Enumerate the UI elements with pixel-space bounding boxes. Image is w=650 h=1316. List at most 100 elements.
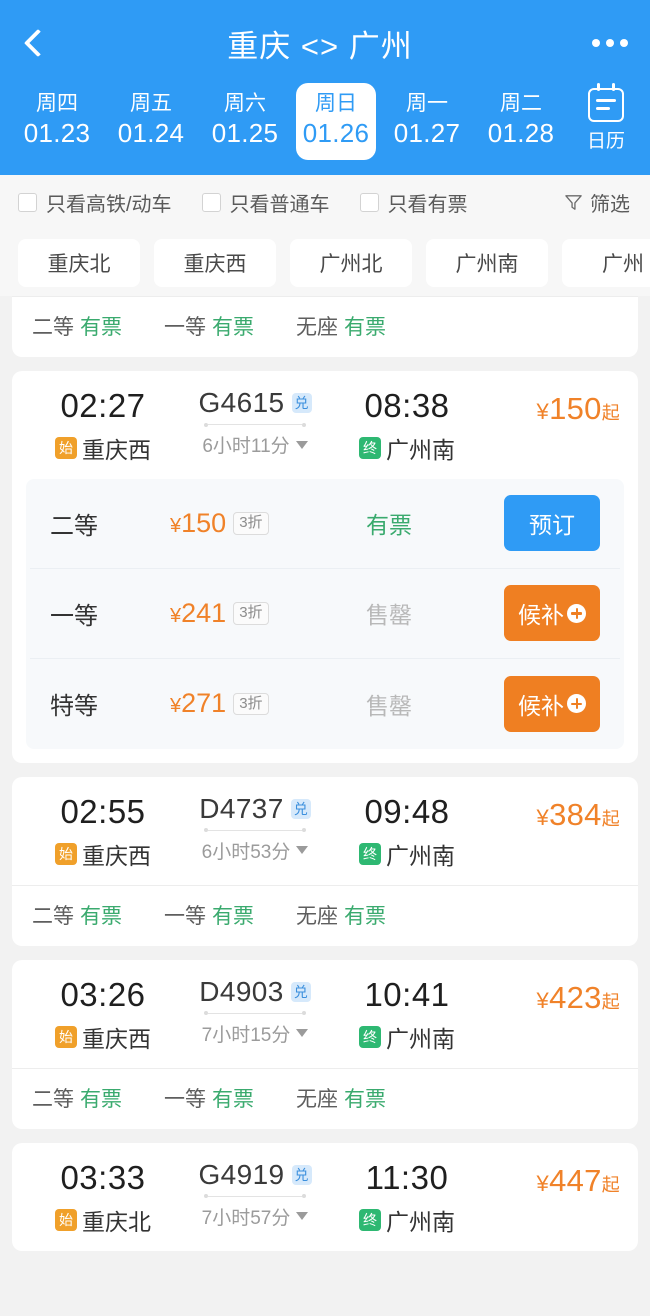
calendar-icon — [588, 83, 624, 122]
terminus-station-badge: 终 — [359, 842, 381, 865]
discount-tag: 3折 — [233, 602, 269, 625]
seat-summary-item: 一等 有票 — [164, 900, 254, 930]
train-code: D4903 — [199, 975, 284, 1007]
book-button[interactable]: 预订 — [504, 495, 600, 552]
route-line — [204, 828, 306, 833]
seat-price-value: 241 — [181, 597, 227, 628]
seat-class-row-1[interactable]: 一等 ¥241 3折 售罄 候补 — [30, 569, 620, 659]
train-code: G4615 — [198, 387, 285, 418]
checkbox-icon[interactable] — [201, 193, 221, 212]
date-item-2[interactable]: 周六 01.25 — [198, 83, 292, 160]
chevron-down-icon — [295, 440, 308, 449]
train-card-2[interactable]: 03:26 始 重庆西 D4903 兑 7小时15分 10:41 终 广州南 ¥… — [12, 959, 638, 1129]
price-suffix: 起 — [601, 1174, 620, 1195]
exchange-badge-icon: 兑 — [290, 798, 311, 819]
arrival-station: 广州南 — [386, 1208, 455, 1235]
train-summary-row[interactable]: 03:26 始 重庆西 D4903 兑 7小时15分 10:41 终 广州南 ¥… — [12, 960, 638, 1068]
date-item-5[interactable]: 周二 01.28 — [474, 83, 568, 160]
date-number: 01.23 — [23, 118, 91, 149]
date-number: 01.24 — [117, 118, 185, 149]
arrival-column: 11:30 终 广州南 — [334, 1159, 480, 1237]
seat-summary-item: 二等 有票 — [32, 900, 122, 930]
checkbox-option-available[interactable]: 只看有票 — [359, 188, 468, 217]
seat-status: 有票 — [212, 904, 254, 928]
seat-class-row-0[interactable]: 二等 ¥150 3折 有票 预订 — [30, 479, 620, 569]
departure-column: 02:27 始 重庆西 — [30, 387, 176, 465]
train-card-3[interactable]: 03:33 始 重庆北 G4919 兑 7小时57分 11:30 终 广州南 ¥… — [12, 1142, 638, 1251]
price-suffix: 起 — [601, 808, 620, 829]
departure-station: 重庆北 — [82, 1208, 151, 1235]
seat-class-label: 无座 — [296, 1087, 338, 1111]
arrival-time: 09:48 — [364, 792, 450, 830]
station-chip-0[interactable]: 重庆北 — [18, 239, 140, 287]
route-line — [204, 422, 306, 427]
checkbox-option-highspeed[interactable]: 只看高铁/动车 — [18, 188, 172, 217]
seat-summary: 二等 有票 一等 有票 无座 有票 — [12, 884, 638, 946]
departure-time: 03:26 — [60, 975, 146, 1013]
seat-price-cell: ¥241 3折 — [170, 598, 360, 629]
arrival-time: 11:30 — [365, 1158, 449, 1196]
seat-status: 有票 — [212, 1087, 254, 1111]
waitlist-button[interactable]: 候补 — [504, 675, 600, 732]
arrival-station: 广州南 — [386, 842, 455, 869]
currency-symbol: ¥ — [536, 804, 550, 830]
more-options-button[interactable] — [570, 12, 650, 74]
train-summary-row[interactable]: 03:33 始 重庆北 G4919 兑 7小时57分 11:30 终 广州南 ¥… — [12, 1143, 638, 1251]
arrival-column: 10:41 终 广州南 — [334, 976, 480, 1054]
plus-circle-icon — [567, 603, 586, 623]
seat-class-label: 一等 — [164, 316, 206, 339]
date-item-4[interactable]: 周一 01.27 — [380, 83, 474, 160]
checkbox-option-normal[interactable]: 只看普通车 — [201, 188, 330, 217]
filter-button[interactable]: 筛选 — [564, 188, 630, 217]
seat-availability: 售罄 — [366, 692, 412, 719]
date-item-3-selected[interactable]: 周日 01.26 — [296, 83, 376, 160]
origin-station-badge: 始 — [55, 1025, 77, 1048]
seat-price: ¥241 — [170, 597, 227, 628]
price-column: ¥384起 — [480, 793, 620, 833]
duration-toggle[interactable]: 7小时15分 — [202, 1020, 309, 1047]
more-horizontal-icon — [592, 39, 600, 47]
station-chip-3[interactable]: 广州南 — [426, 239, 548, 287]
calendar-button[interactable]: 日历 — [568, 83, 644, 155]
train-card-1[interactable]: 02:55 始 重庆西 D4737 兑 6小时53分 09:48 终 广州南 ¥… — [12, 776, 638, 946]
arrival-column: 09:48 终 广州南 — [334, 793, 480, 871]
lowest-price: ¥423起 — [537, 980, 620, 1015]
currency-symbol: ¥ — [536, 1170, 550, 1196]
station-chip-2[interactable]: 广州北 — [290, 239, 412, 287]
duration-toggle[interactable]: 6小时11分 — [202, 431, 308, 458]
checkbox-icon[interactable] — [18, 193, 37, 212]
duration-toggle[interactable]: 7小时57分 — [202, 1203, 309, 1230]
seat-availability: 有票 — [366, 512, 412, 539]
duration-label: 6小时53分 — [201, 841, 291, 863]
waitlist-button[interactable]: 候补 — [504, 585, 600, 642]
back-button[interactable] — [0, 12, 70, 74]
departure-column: 03:33 始 重庆北 — [30, 1159, 176, 1237]
seat-price: ¥150 — [170, 507, 227, 538]
duration-toggle[interactable]: 6小时53分 — [202, 837, 309, 864]
price-column: ¥423起 — [480, 976, 620, 1016]
seat-price-cell: ¥271 3折 — [170, 688, 360, 719]
station-chip-4[interactable]: 广州 — [562, 239, 650, 287]
seat-summary-item: 一等 有票 — [164, 1083, 254, 1113]
seat-summary-item: 无座 有票 — [296, 900, 386, 930]
date-weekday: 周六 — [224, 92, 266, 116]
train-summary-row[interactable]: 02:27 始 重庆西 G4615 兑 6小时11分 08:38 终 广州南 ¥… — [12, 371, 638, 479]
station-chip-1[interactable]: 重庆西 — [154, 239, 276, 287]
price-value: 150 — [549, 391, 602, 426]
date-item-1[interactable]: 周五 01.24 — [104, 83, 198, 160]
seat-status: 有票 — [212, 316, 254, 339]
navigation-bar: 重庆 <> 广州 — [0, 12, 650, 74]
duration-label: 7小时57分 — [201, 1207, 291, 1229]
arrival-station: 广州南 — [386, 1025, 455, 1052]
seat-status: 有票 — [344, 904, 386, 928]
train-info-column: D4737 兑 6小时53分 — [176, 793, 334, 864]
seat-class-panel: 二等 ¥150 3折 有票 预订 一等 ¥241 3折 售罄 候补 特等 ¥27… — [26, 478, 624, 749]
train-card-partial[interactable]: 二等 有票 一等 有票 无座 有票 — [12, 296, 638, 357]
station-chips-row[interactable]: 重庆北 重庆西 广州北 广州南 广州 — [0, 230, 650, 296]
train-summary-row[interactable]: 02:55 始 重庆西 D4737 兑 6小时53分 09:48 终 广州南 ¥… — [12, 777, 638, 885]
checkbox-icon[interactable] — [359, 193, 379, 212]
date-item-0[interactable]: 周四 01.23 — [10, 83, 104, 160]
train-card-0[interactable]: 02:27 始 重庆西 G4615 兑 6小时11分 08:38 终 广州南 ¥… — [12, 371, 638, 763]
chevron-down-icon — [296, 1212, 309, 1221]
seat-class-row-2[interactable]: 特等 ¥271 3折 售罄 候补 — [30, 659, 620, 749]
